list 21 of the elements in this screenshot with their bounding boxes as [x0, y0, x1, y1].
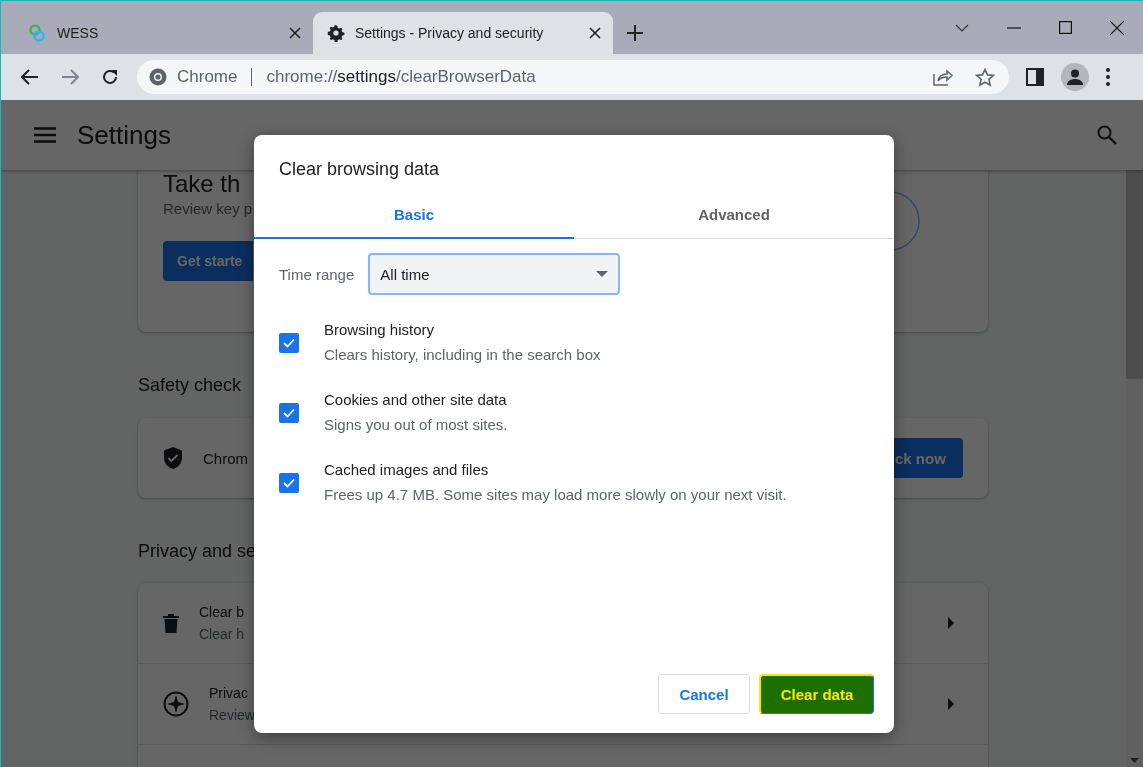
option-description: Signs you out of most sites.	[324, 416, 508, 434]
option-description: Clears history, including in the search box	[324, 346, 601, 364]
section-heading: Privacy and se	[138, 540, 258, 562]
card-text: Chrom	[203, 449, 248, 467]
site-label: Chrome	[177, 67, 238, 87]
dialog-title: Clear browsing data	[278, 158, 441, 180]
section-heading: Safety check	[138, 374, 243, 396]
card-title: Take th	[163, 170, 241, 198]
row-subtitle: Review	[209, 707, 255, 723]
option-title: Cookies and other site data	[324, 391, 508, 409]
card-text: Review key p	[163, 200, 253, 217]
tab-title: Settings - Privacy and security	[355, 25, 545, 41]
tab-title: WESS	[57, 25, 100, 41]
option-title: Cached images and files	[324, 461, 490, 479]
settings-title: Settings	[77, 119, 172, 151]
option-description: Frees up 4.7 MB. Some sites may load more slowly on your next visit.	[324, 486, 787, 504]
time-range-label: Time range	[279, 265, 355, 283]
row-subtitle: Clear h	[199, 626, 245, 642]
row-title: Privac	[209, 685, 248, 701]
row-title: Clear b	[199, 604, 245, 620]
option-title: Browsing history	[324, 321, 436, 339]
